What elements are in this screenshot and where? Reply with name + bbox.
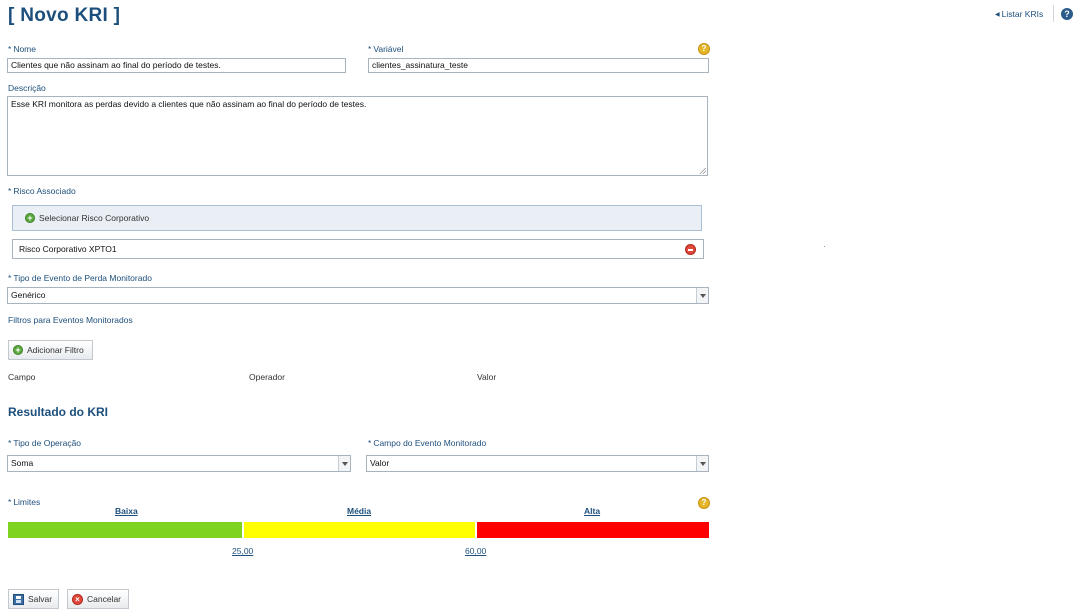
tipo-evento-label: * Tipo de Evento de Perda Monitorado	[8, 273, 152, 283]
header-divider	[1053, 5, 1054, 22]
tipo-operacao-label: * Tipo de Operação	[8, 438, 82, 448]
chevron-down-icon[interactable]	[696, 288, 708, 303]
save-button[interactable]: Salvar	[8, 589, 59, 609]
limite-baixa-link[interactable]: Baixa	[115, 506, 138, 516]
nome-input[interactable]: Clientes que não assinam ao final do per…	[7, 58, 346, 73]
chevron-down-icon[interactable]	[338, 456, 350, 471]
limites-help-icon[interactable]: ?	[698, 497, 710, 509]
variavel-help-icon[interactable]: ?	[698, 43, 710, 55]
risco-item: Risco Corporativo XPTO1	[12, 239, 704, 259]
campo-evento-label: * Campo do Evento Monitorado	[368, 438, 487, 448]
selecionar-risco-panel: + Selecionar Risco Corporativo	[12, 205, 702, 231]
threshold-2-link[interactable]: 60,00	[465, 546, 486, 556]
chevron-down-icon[interactable]	[696, 456, 708, 471]
campo-evento-value: Valor	[370, 458, 390, 468]
resultado-section-title: Resultado do KRI	[8, 405, 109, 419]
save-label: Salvar	[28, 594, 53, 604]
list-kris-link[interactable]: ◀ Listar KRIs	[995, 9, 1043, 19]
limite-alta-link[interactable]: Alta	[584, 506, 600, 516]
page-title: [ Novo KRI ]	[8, 5, 121, 26]
cancel-icon: ×	[72, 593, 83, 605]
filter-col-operador: Operador	[249, 372, 285, 382]
cancel-button[interactable]: × Cancelar	[67, 589, 129, 609]
help-icon[interactable]: ?	[1061, 8, 1073, 20]
filtros-label: Filtros para Eventos Monitorados	[8, 315, 133, 325]
descricao-textarea[interactable]: Esse KRI monitora as perdas devido a cli…	[7, 96, 708, 176]
add-circle-icon: +	[13, 345, 23, 355]
variavel-label: * Variável	[368, 44, 404, 54]
resize-grip-icon[interactable]	[700, 168, 706, 174]
selecionar-risco-button[interactable]: + Selecionar Risco Corporativo	[25, 213, 149, 223]
descricao-text: Esse KRI monitora as perdas devido a cli…	[11, 99, 367, 109]
limite-media-link[interactable]: Média	[347, 506, 371, 516]
limites-label: * Limites	[8, 497, 41, 507]
limite-bar-media	[244, 522, 475, 538]
nome-label: * Nome	[8, 44, 36, 54]
filter-col-campo: Campo	[8, 372, 36, 382]
add-circle-icon: +	[25, 213, 35, 223]
selecionar-risco-label: Selecionar Risco Corporativo	[39, 213, 150, 223]
stray-dot	[824, 246, 825, 247]
tipo-operacao-value: Soma	[11, 458, 34, 468]
tipo-evento-value: Genérico	[11, 290, 46, 300]
filter-col-valor: Valor	[477, 372, 497, 382]
remove-risco-icon[interactable]	[685, 244, 696, 255]
limite-bar-baixa	[8, 522, 242, 538]
tipo-evento-select[interactable]: Genérico	[7, 287, 709, 304]
caret-left-icon: ◀	[995, 12, 1000, 18]
threshold-1-link[interactable]: 25,00	[232, 546, 253, 556]
variavel-input[interactable]: clientes_assinatura_teste	[368, 58, 709, 73]
risco-label: * Risco Associado	[8, 186, 76, 196]
risco-item-label: Risco Corporativo XPTO1	[19, 244, 117, 254]
descricao-label: Descrição	[8, 83, 46, 93]
floppy-icon	[13, 593, 24, 605]
tipo-operacao-select[interactable]: Soma	[7, 455, 351, 472]
adicionar-filtro-button[interactable]: + Adicionar Filtro	[8, 340, 93, 360]
cancel-label: Cancelar	[87, 594, 122, 604]
list-kris-link-label: Listar KRIs	[1001, 9, 1044, 19]
campo-evento-select[interactable]: Valor	[366, 455, 709, 472]
adicionar-filtro-label: Adicionar Filtro	[27, 345, 84, 355]
limite-bar-alta	[477, 522, 709, 538]
